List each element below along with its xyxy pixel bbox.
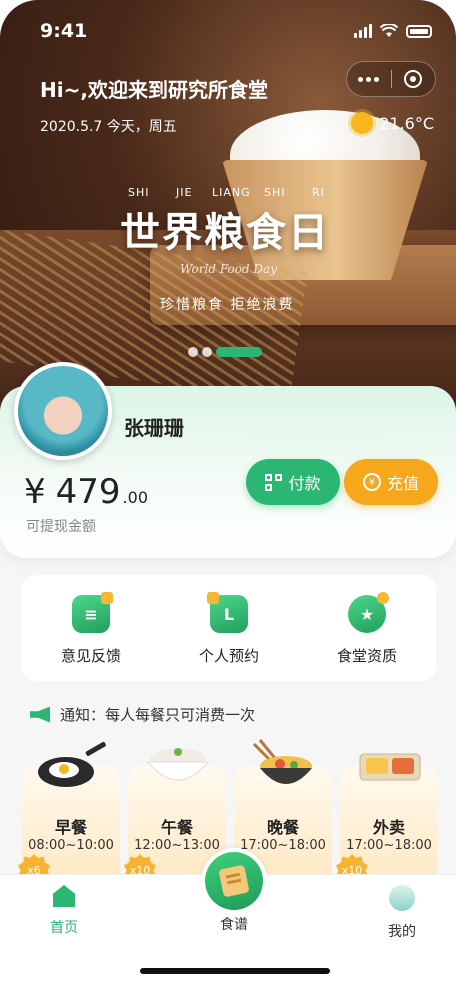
tab-me[interactable]: 我的 <box>352 885 452 941</box>
notice-bar[interactable]: 通知：每人每餐只可消费一次 <box>30 704 255 725</box>
more-button[interactable] <box>347 62 391 96</box>
tab-label: 食谱 <box>220 917 248 933</box>
wifi-icon <box>380 24 398 37</box>
currency-symbol: ¥ <box>24 472 46 512</box>
pinyin-syllable: LIANG <box>212 186 251 199</box>
tab-label: 首页 <box>50 920 78 936</box>
sun-icon <box>351 112 374 134</box>
pager-dot-active[interactable] <box>216 347 262 357</box>
quick-action-reservation[interactable]: L 个人预约 <box>160 575 298 681</box>
carousel-pager[interactable] <box>188 347 262 357</box>
rice-bowl-icon <box>146 748 210 781</box>
pinyin-syllable: RI <box>312 186 325 199</box>
tab-label: 我的 <box>388 924 416 940</box>
meal-time: 08:00~10:00 <box>28 838 114 853</box>
meal-name: 晚餐 <box>266 818 299 837</box>
profile-icon <box>389 885 415 911</box>
qr-code-icon <box>265 473 283 491</box>
pager-dot[interactable] <box>188 347 198 357</box>
topup-button[interactable]: ¥ 充值 <box>344 459 438 505</box>
weather: 21.6°C <box>351 112 434 134</box>
close-miniprogram-button[interactable] <box>392 62 436 96</box>
quick-action-qualification[interactable]: ★ 食堂资质 <box>298 575 436 681</box>
feedback-icon: ≡ <box>72 592 113 633</box>
qualification-icon: ★ <box>348 592 389 633</box>
topup-label: 充值 <box>386 474 419 493</box>
tab-home[interactable]: 首页 <box>14 885 114 937</box>
status-icons <box>354 24 432 38</box>
app-screen: SHI JIE LIANG SHI RI 世界粮食日 World Food Da… <box>0 0 456 985</box>
quick-action-label: 意见反馈 <box>60 647 121 665</box>
home-indicator[interactable] <box>140 968 330 974</box>
user-name: 张珊珊 <box>124 416 184 440</box>
status-bar: 9:41 <box>40 18 432 44</box>
fried-egg-icon <box>38 741 106 787</box>
meal-card-breakfast[interactable]: 早餐 08:00~10:00 x6 <box>18 741 120 886</box>
tab-menu[interactable] <box>201 848 267 914</box>
target-icon <box>404 70 423 88</box>
meal-card-takeout[interactable]: 外卖 17:00~18:00 x10 <box>336 753 438 886</box>
takeout-box-icon <box>359 753 421 781</box>
recipe-book-icon <box>205 852 263 910</box>
avatar[interactable] <box>14 362 112 460</box>
quick-actions: ≡ 意见反馈 L 个人预约 ★ 食堂资质 <box>22 575 436 681</box>
notice-text: 通知：每人每餐只可消费一次 <box>60 706 256 724</box>
meal-time: 12:00~13:00 <box>134 838 220 853</box>
meal-name: 午餐 <box>160 818 193 837</box>
balance-label: 可提现金额 <box>26 519 96 535</box>
festival-title: 世界粮食日 <box>120 209 330 256</box>
megaphone-icon <box>30 706 50 723</box>
balance-decimal: .00 <box>122 488 148 507</box>
quick-action-label: 个人预约 <box>198 647 259 665</box>
greeting-text: Hi~,欢迎来到研究所食堂 <box>40 78 268 102</box>
status-time: 9:41 <box>40 20 88 42</box>
meal-time: 17:00~18:00 <box>346 838 432 853</box>
battery-icon <box>406 24 432 38</box>
balance-amount: ¥ 479 .00 <box>24 472 148 512</box>
temperature: 21.6°C <box>379 113 434 133</box>
balance-integer: 479 <box>55 472 121 512</box>
festival-subtitle: World Food Day <box>180 262 277 276</box>
signal-icon <box>354 24 372 38</box>
noodle-bowl-icon <box>252 739 312 784</box>
yen-icon: ¥ <box>362 473 381 491</box>
miniprogram-capsule <box>346 61 436 97</box>
pager-dot[interactable] <box>202 347 212 357</box>
pinyin-syllable: SHI <box>264 186 286 199</box>
pay-button[interactable]: 付款 <box>246 459 340 505</box>
meal-name: 外卖 <box>372 818 405 837</box>
banner-slogan: 珍惜粮食 拒绝浪费 <box>160 297 295 313</box>
quick-action-label: 食堂资质 <box>336 647 397 665</box>
pinyin-syllable: JIE <box>176 186 193 199</box>
reservation-icon: L <box>207 592 248 633</box>
home-icon <box>53 885 75 907</box>
meal-name: 早餐 <box>54 818 87 837</box>
date-text: 2020.5.7 今天，周五 <box>40 119 177 135</box>
pay-label: 付款 <box>288 474 321 493</box>
pinyin-syllable: SHI <box>128 186 150 199</box>
more-icon <box>358 76 380 82</box>
quick-action-feedback[interactable]: ≡ 意见反馈 <box>22 575 160 681</box>
